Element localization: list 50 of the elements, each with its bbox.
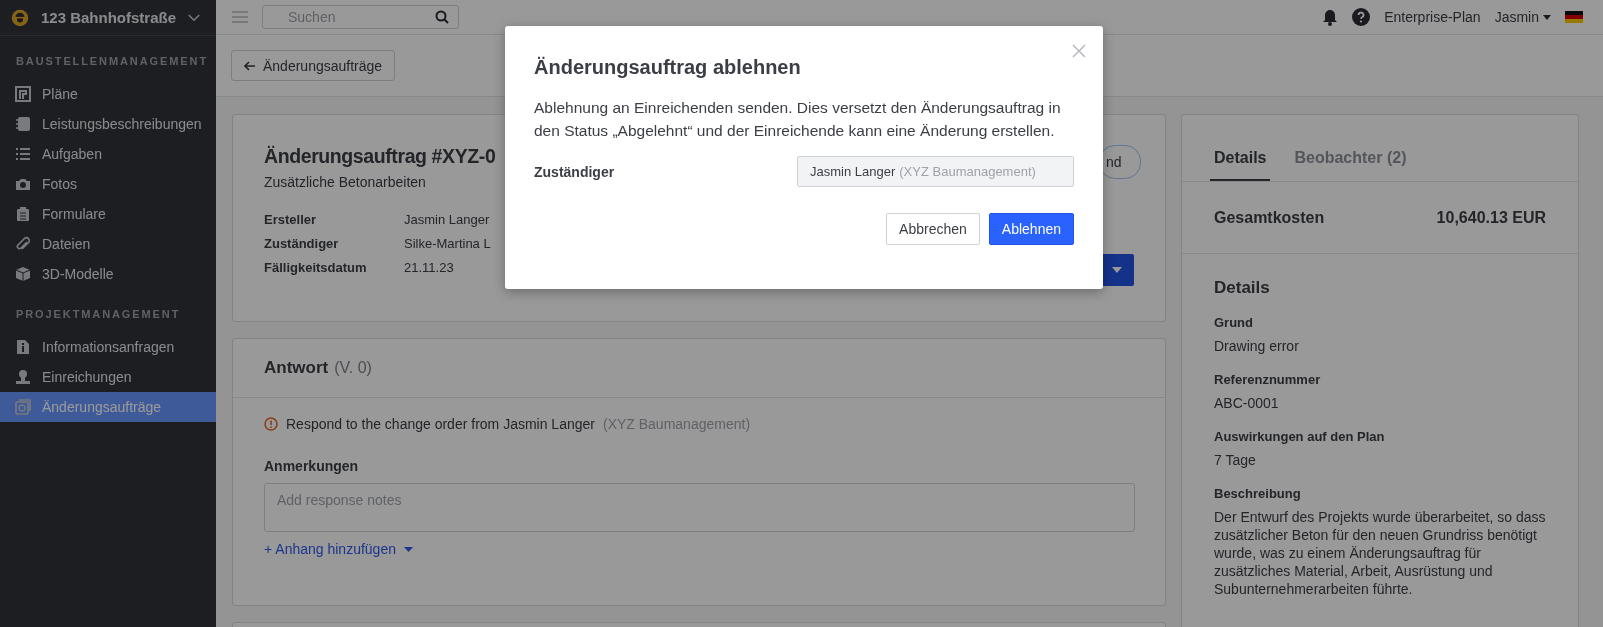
search-field[interactable]: Suchen: [262, 5, 459, 29]
attach-link[interactable]: + Anhang hinzufügen: [264, 541, 413, 557]
change-order-subtitle: Zusätzliche Betonarbeiten: [264, 174, 427, 190]
detail-value: 7 Tage: [1214, 451, 1257, 469]
field-value: Jasmin Langer: [404, 212, 491, 227]
sidebar-item[interactable]: Formulare: [0, 199, 216, 229]
back-button[interactable]: Änderungsaufträge: [231, 50, 396, 81]
notes-field[interactable]: Add response notes: [264, 483, 1135, 532]
details-heading: Details: [1214, 278, 1271, 298]
sidebar-item[interactable]: Pläne: [0, 79, 216, 109]
field-value: 21.11.23: [404, 260, 455, 275]
detail-value: ABC-0001: [1214, 394, 1280, 412]
sidebar-item[interactable]: Leistungsbeschreibungen: [0, 109, 216, 139]
field-value: Silke-Martina L: [404, 236, 491, 251]
plan-link[interactable]: Enterprise-Plan: [1384, 9, 1481, 25]
sidebar-item[interactable]: Dateien: [0, 229, 216, 259]
reject-button[interactable]: Ablehnen: [988, 213, 1074, 245]
total-value: 10,640.13 EUR: [1436, 208, 1546, 227]
panel-tab[interactable]: Details: [1210, 149, 1271, 181]
detail-value: Drawing error: [1214, 337, 1300, 355]
response-title: Antwort: [264, 358, 329, 378]
section-heading: PROJEKTMANAGEMENT: [15, 307, 182, 322]
field-label: Ersteller: [264, 212, 318, 227]
total-label: Gesamtkosten: [1214, 208, 1325, 227]
change-order-title: Änderungsauftrag #XYZ-0: [264, 145, 496, 168]
sidebar-item[interactable]: Informationsanfragen: [0, 332, 216, 362]
sidebar-item[interactable]: 3D-Modelle: [0, 259, 216, 289]
notice-text: Respond to the change order from Jasmin Langer: [286, 416, 595, 432]
field-label: Zuständiger: [534, 163, 615, 180]
cancel-button[interactable]: Abbrechen: [886, 213, 980, 245]
dialog-title: Änderungsauftrag ablehnen: [534, 56, 802, 79]
field-label: Fälligkeitsdatum: [264, 260, 368, 275]
detail-label: Referenznummer: [1214, 372, 1322, 387]
field-label: Zuständiger: [264, 236, 340, 251]
assignee-field[interactable]: Jasmin Langer (XYZ Baumanagement): [797, 156, 1074, 187]
sidebar-item[interactable]: Einreichungen: [0, 362, 216, 392]
project-name[interactable]: 123 Bahnhofstraße: [40, 9, 176, 26]
detail-label: Beschreibung: [1214, 486, 1302, 501]
notes-label: Anmerkungen: [264, 458, 360, 474]
notice-company: (XYZ Baumanagement): [602, 416, 751, 432]
sidebar-item[interactable]: Fotos: [0, 169, 216, 199]
section-heading: BAUSTELLENMANAGEMENT: [15, 54, 209, 69]
detail-value: Der Entwurf des Projekts wurde überarbeitet, so dass zusätzlicher Beton für den neuen Grundriss benötigt wurde, was zu einem Änderungsauftrag für zusätzliches Material, Arbeit, Ausrüstung und Subunternehmerarbeiten führte.: [1214, 508, 1546, 598]
panel-tab[interactable]: Beobachter (2): [1290, 149, 1411, 181]
detail-label: Auswirkungen auf den Plan: [1214, 429, 1386, 444]
detail-label: Grund: [1214, 315, 1254, 330]
dialog-text: Ablehnung an Einreichenden senden. Dies versetzt den Änderungsauftrag in den Status „Abgelehnt“ und der Einreichende kann eine Änderung erstellen.: [534, 98, 1062, 141]
user-menu[interactable]: Jasmin: [1494, 9, 1551, 25]
sidebar-item[interactable]: Aufgaben: [0, 139, 216, 169]
version-label: (V. 0): [334, 359, 372, 377]
